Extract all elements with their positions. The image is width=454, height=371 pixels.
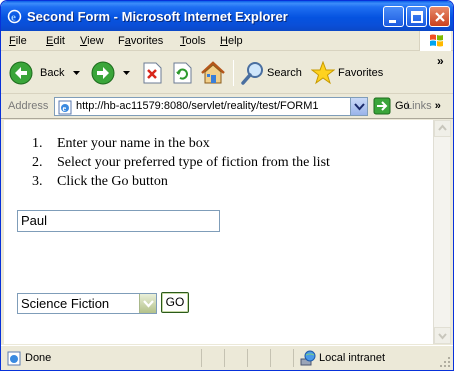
list-item-number: 3. [32,174,43,189]
status-bar: Done Local intranet [1,345,453,370]
favorites-button[interactable]: Favorites [311,52,391,94]
title-bar[interactable]: e Second Form - Microsoft Internet Explo… [1,1,453,31]
svg-text:e: e [63,104,67,113]
stop-icon [143,62,162,84]
home-button[interactable] [200,52,226,94]
chevron-down-icon [143,300,154,308]
forward-arrow-icon [91,61,115,85]
close-button[interactable] [429,6,450,27]
menu-tools[interactable]: Tools [180,35,206,47]
browser-window: e Second Form - Microsoft Internet Explo… [0,0,454,371]
back-dropdown-icon[interactable] [73,71,80,76]
stop-button[interactable] [141,52,163,94]
status-text: Done [25,352,52,364]
chevron-down-icon [438,333,447,340]
forward-dropdown-icon[interactable] [123,71,130,76]
menu-view-label: iew [87,35,104,47]
menu-help-label: elp [227,35,243,47]
search-icon [241,62,263,85]
scroll-down-button[interactable] [434,327,451,344]
list-item-text: Enter your name in the box [57,136,210,151]
refresh-icon [173,62,192,84]
menu-help-key: H [220,35,228,47]
menu-help[interactable]: Help [220,35,243,47]
search-label: Search [267,67,302,79]
links-label: Links [406,100,432,112]
list-item-number: 1. [32,136,43,151]
list-item: 2. Select your preferred type of fiction … [32,155,330,171]
address-url: http://hb-ac11579:8080/servlet/reality/t… [76,100,319,112]
status-divider [201,349,202,367]
menu-file[interactable]: File [9,35,27,47]
status-divider [247,349,248,367]
star-icon [311,61,335,85]
home-icon [201,61,225,84]
toolbar-overflow-chevron[interactable]: » [437,54,444,68]
menu-edit[interactable]: Edit [46,35,65,47]
fiction-type-select[interactable]: Science Fiction [17,293,157,314]
list-item-number: 2. [32,155,43,170]
status-divider [224,349,225,367]
list-item-text: Click the Go button [57,174,168,189]
menu-favorites-pre: F [118,35,125,47]
back-button[interactable]: Back [9,52,81,94]
fiction-selected-value: Science Fiction [21,296,110,311]
address-input[interactable]: e http://hb-ac11579:8080/servlet/reality… [54,97,368,116]
menu-tools-label: ools [185,35,206,47]
address-label: Address [8,100,49,112]
name-input[interactable]: Paul [17,210,220,232]
intranet-globe-icon [300,350,316,366]
security-zone-label: Local intranet [319,352,386,364]
minimize-button[interactable] [383,6,404,27]
list-item-text: Select your preferred type of fiction fr… [57,155,330,170]
status-divider [270,349,271,367]
menu-file-label: ile [15,35,27,47]
maximize-button[interactable] [406,6,427,27]
links-chevron: » [434,100,441,112]
resize-grip-icon[interactable] [439,356,451,368]
svg-text:e: e [11,12,16,24]
address-bar: Address e http://hb-ac11579:8080/servlet… [1,95,453,119]
menu-favorites[interactable]: Favorites [118,35,163,47]
back-label: Back [40,67,65,79]
back-arrow-icon [9,61,33,85]
menu-edit-label: dit [53,35,65,47]
links-toolbar[interactable]: Links » [406,100,441,112]
status-divider [293,349,294,367]
window-title: Second Form - Microsoft Internet Explore… [27,9,288,24]
page-content: 1. Enter your name in the box 2. Select yo… [4,120,433,344]
chevron-up-icon [438,124,447,131]
address-dropdown-button[interactable] [350,98,367,115]
standard-toolbar: Back Search Favorites » [1,52,453,94]
toolbar-separator [233,60,234,86]
favorites-label: Favorites [338,67,384,79]
list-item: 3. Click the Go button [32,174,168,190]
menu-file-key: F [9,35,16,47]
menu-bar: File Edit View Favorites Tools Help [1,31,453,51]
windows-logo-icon [419,31,451,51]
scroll-up-button[interactable] [434,120,451,137]
chevron-down-icon [354,103,365,111]
ie-icon: e [7,9,22,24]
fiction-dropdown-button[interactable] [139,294,156,313]
page-done-icon [7,351,21,366]
menu-view[interactable]: View [80,35,104,47]
refresh-button[interactable] [171,52,193,94]
menu-favorites-label: vorites [130,35,164,47]
go-arrow-icon [373,97,391,115]
list-item: 1. Enter your name in the box [32,136,210,152]
search-button[interactable]: Search [241,52,303,94]
forward-button[interactable] [91,52,131,94]
page-icon: e [58,100,72,115]
go-submit-button[interactable]: GO [161,292,189,313]
vertical-scrollbar[interactable] [433,120,451,344]
